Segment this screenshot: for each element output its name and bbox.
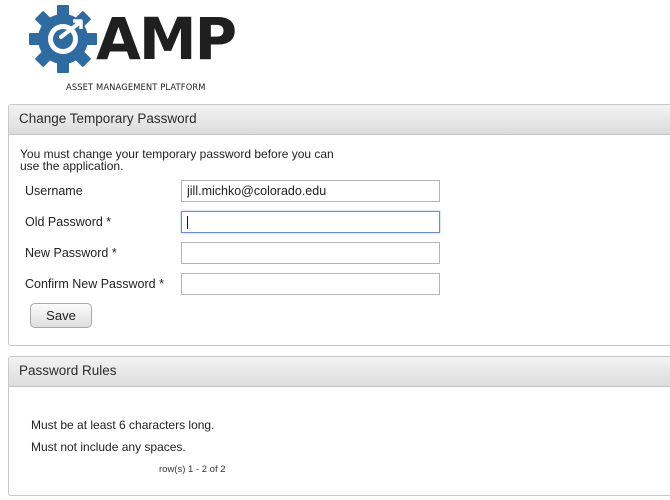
confirm-password-field[interactable] bbox=[181, 273, 440, 295]
pagination-text: row(s) 1 - 2 of 2 bbox=[159, 464, 226, 475]
old-password-label: Old Password * bbox=[25, 215, 112, 229]
text-caret bbox=[187, 216, 188, 229]
confirm-password-label: Confirm New Password * bbox=[25, 277, 164, 291]
logo-wordmark: AMP bbox=[96, 5, 237, 73]
username-row: Username bbox=[9, 178, 449, 204]
amp-logo: AMP ASSET MANAGEMENT PLATFORM bbox=[28, 4, 238, 94]
username-label: Username bbox=[25, 184, 83, 198]
old-password-row: Old Password * bbox=[9, 209, 449, 235]
panel-title: Password Rules bbox=[9, 357, 670, 387]
intro-text: You must change your temporary password … bbox=[20, 147, 334, 173]
rule-item: Must be at least 6 characters long. bbox=[31, 418, 215, 432]
save-button[interactable]: Save bbox=[30, 303, 92, 328]
gear-logo-icon bbox=[29, 5, 97, 73]
rule-item: Must not include any spaces. bbox=[31, 440, 186, 454]
new-password-label: New Password * bbox=[25, 246, 117, 260]
logo-subtitle: ASSET MANAGEMENT PLATFORM bbox=[66, 82, 206, 92]
panel-title: Change Temporary Password bbox=[9, 105, 670, 135]
new-password-row: New Password * bbox=[9, 240, 449, 266]
old-password-field[interactable] bbox=[181, 211, 440, 233]
page: AMP ASSET MANAGEMENT PLATFORM Change Tem… bbox=[0, 0, 670, 500]
confirm-password-row: Confirm New Password * bbox=[9, 271, 449, 297]
change-password-panel: Change Temporary Password You must chang… bbox=[8, 104, 670, 346]
password-rules-panel: Password Rules Must be at least 6 charac… bbox=[8, 356, 670, 496]
new-password-field[interactable] bbox=[181, 242, 440, 264]
username-field[interactable] bbox=[181, 180, 440, 202]
